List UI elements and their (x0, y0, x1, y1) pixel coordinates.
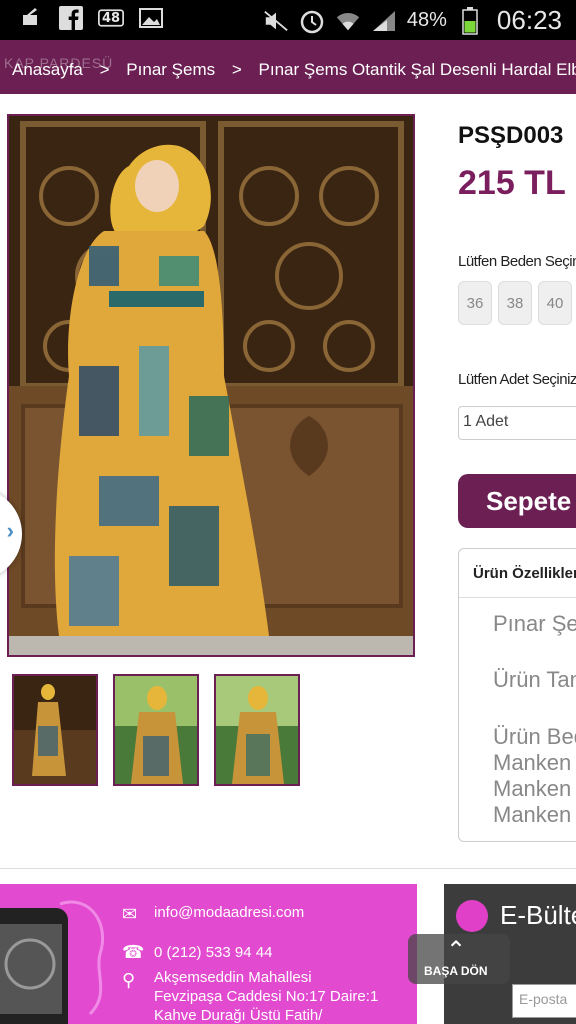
section-divider (0, 868, 576, 869)
battery-icon (457, 6, 483, 35)
quantity-label: Lütfen Adet Seçiniz (458, 371, 576, 388)
thumbnail-1[interactable] (12, 674, 98, 786)
phone-image (0, 900, 105, 1024)
feature-item: Ürün Bed (493, 724, 576, 749)
wifi-icon (335, 9, 361, 33)
breadcrumb-separator: > (99, 60, 110, 79)
alarm-icon (299, 9, 325, 33)
feature-item: Manken (493, 802, 572, 827)
status-bar: 48 48% 06:23 (0, 0, 576, 40)
contact-email[interactable]: info@modaadresi.com (154, 904, 304, 921)
product-code: PSŞD003 (458, 122, 564, 149)
size-option-40[interactable]: 40 (538, 281, 572, 325)
feature-item: Pınar Şem (493, 611, 576, 636)
location-icon: ⚲ (122, 970, 136, 990)
breadcrumb-separator: > (231, 60, 242, 79)
contact-phone: 0 (212) 533 94 44 (154, 944, 273, 961)
add-to-cart-button[interactable]: Sepete e (458, 474, 576, 528)
thumbnail-3[interactable] (214, 674, 300, 786)
breadcrumb-product[interactable]: Pınar Şems Otantik Şal Desenli Hardal El… (259, 60, 576, 79)
features-title: Ürün Özellikleri (473, 565, 576, 582)
clock: 06:23 (496, 5, 562, 35)
product-features-panel: Ürün Özellikleri Pınar Şem Ürün Tan Ürün… (458, 548, 576, 842)
newsletter-title: E-Bülte (500, 900, 576, 930)
signal-icon (371, 9, 397, 33)
address-line: Fevzipaşa Caddesi No:17 Daire:1 (154, 988, 379, 1005)
address-line: Akşemseddin Mahallesi (154, 969, 312, 986)
divider (459, 597, 576, 598)
quantity-select[interactable]: 1 Adet (458, 406, 576, 440)
mail-icon: ✉ (122, 904, 138, 924)
breadcrumb: Anasayfa > Pınar Şems > Pınar Şems Otant… (12, 60, 576, 80)
thumbnail-2[interactable] (113, 674, 199, 786)
breadcrumb-bar: KAP PARDESÜ Anasayfa > Pınar Şems > Pına… (0, 40, 576, 94)
back-to-top-label: BAŞA DÖN (424, 964, 488, 978)
cleaner-icon (18, 6, 44, 30)
phone-icon: ☎ (122, 942, 145, 962)
back-to-top-button[interactable]: ⌃ BAŞA DÖN (408, 934, 510, 984)
main-product-image[interactable] (7, 114, 415, 657)
feature-item: Manken (493, 776, 572, 801)
product-price: 215 TL (458, 164, 566, 202)
breadcrumb-home[interactable]: Anasayfa (12, 60, 83, 79)
battery-percent: 48% (406, 9, 447, 31)
breadcrumb-brand[interactable]: Pınar Şems (126, 60, 215, 79)
address-line: Kahve Durağı Üstü Fatih/ (154, 1007, 323, 1024)
contact-panel: ✉ info@modaadresi.com ☎ 0 (212) 533 94 4… (0, 884, 417, 1024)
gallery-icon (138, 6, 164, 30)
notification-count-icon: 48 (98, 6, 124, 30)
feature-item: Manken (493, 750, 572, 775)
notification-count: 48 (101, 11, 121, 26)
newsletter-icon (456, 900, 488, 932)
size-option-36[interactable]: 36 (458, 281, 492, 325)
chevron-up-icon: ⌃ (446, 937, 467, 964)
mute-icon (263, 9, 289, 33)
newsletter-email-input[interactable]: E-posta (512, 984, 576, 1018)
facebook-icon (58, 6, 84, 30)
feature-item: Ürün Tan (493, 667, 576, 692)
size-label: Lütfen Beden Seçin (458, 253, 576, 270)
size-option-38[interactable]: 38 (498, 281, 532, 325)
chevron-right-icon: › (6, 518, 14, 543)
